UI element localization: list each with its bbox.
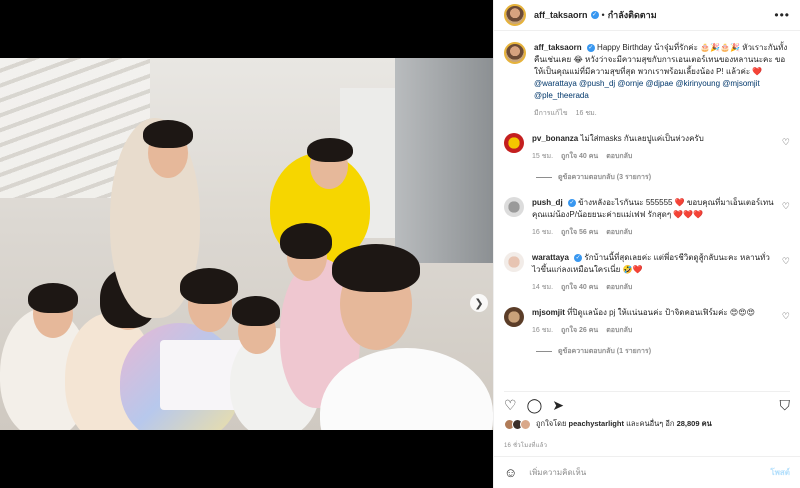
post-photo[interactable]: ❯ <box>0 58 493 430</box>
comment-username[interactable]: push_dj <box>532 198 563 207</box>
comment-icon[interactable]: ◯ <box>527 397 543 414</box>
view-replies[interactable]: ดูข้อความตอบกลับ (3 รายการ) <box>536 172 790 183</box>
caption-mentions[interactable]: @warattaya @push_dj @ornje @djpae @kirin… <box>534 79 760 100</box>
comment-time: 16 ชม. <box>532 229 554 236</box>
view-replies[interactable]: ดูข้อความตอบกลับ (1 รายการ) <box>536 346 790 357</box>
heart-icon[interactable]: ♡ <box>782 256 790 267</box>
comment-item: warattaya ✓ รักบ้านนี้ที่สุดเลยค่ะ แต่พี… <box>504 252 790 293</box>
comment-time: 14 ชม. <box>532 284 554 291</box>
likes-prefix: ถูกใจโดย <box>536 419 567 428</box>
caption-meta: มีการแก้ไข 16 ชม. <box>534 108 790 119</box>
heart-icon[interactable]: ♡ <box>504 397 517 414</box>
post-button[interactable]: โพสต์ <box>770 466 790 479</box>
comment-likes[interactable]: ถูกใจ 56 คน <box>561 229 598 236</box>
verified-icon: ✓ <box>586 43 595 52</box>
likes-count[interactable]: 28,809 <box>677 419 700 428</box>
verified-icon: ✓ <box>567 198 576 207</box>
reply-button[interactable]: ตอบกลับ <box>606 229 632 236</box>
verified-icon: ✓ <box>590 11 599 19</box>
post-username[interactable]: aff_taksaorn <box>534 10 588 20</box>
caption-time: 16 ชม. <box>575 110 597 117</box>
liker-avatar <box>520 418 531 430</box>
comment-input[interactable]: เพิ่มความคิดเห็น <box>529 466 586 479</box>
emoji-icon[interactable]: ☺ <box>504 465 517 480</box>
hair-8 <box>332 244 420 292</box>
post-time[interactable]: 16 ชั่วโมงที่แล้ว <box>504 440 547 450</box>
hair-3 <box>143 120 193 148</box>
avatar[interactable] <box>504 4 526 26</box>
hair-7 <box>280 223 332 259</box>
comment-time: 15 ชม. <box>532 153 554 160</box>
likes-suffix: คน <box>701 419 712 428</box>
comment-likes[interactable]: ถูกใจ 40 คน <box>561 153 598 160</box>
follow-button[interactable]: กำลังติดตาม <box>608 8 657 22</box>
comment-username[interactable]: warattaya <box>532 253 569 262</box>
comment-text: ไม่ใส่masks กันเลยปูแค่เป็นห่วงครับ <box>580 134 704 143</box>
comment-username[interactable]: mjsomjit <box>532 308 565 317</box>
window <box>395 58 493 263</box>
comment-item: push_dj ✓ ข้างหลังอะไรกันนะ 555555 ❤️ ขอ… <box>504 197 790 238</box>
comment-item: pv_bonanza ไม่ใส่masks กันเลยปูแค่เป็นห่… <box>504 133 790 162</box>
edited-label: มีการแก้ไข <box>534 110 568 117</box>
likes-user[interactable]: peachystarlight <box>569 419 624 428</box>
comment-likes[interactable]: ถูกใจ 40 คน <box>561 284 598 291</box>
likes-middle: และคนอื่นๆ อีก <box>626 419 675 428</box>
reply-button[interactable]: ตอบกลับ <box>606 153 632 160</box>
instagram-post-viewer: ❯ aff_taksaorn ✓ • กำลังติดตาม ••• aff_t… <box>0 0 800 488</box>
backdrop-top <box>0 0 493 58</box>
comment-username[interactable]: pv_bonanza <box>532 134 578 143</box>
bookmark-icon[interactable]: ⛉ <box>780 397 791 414</box>
comment-item: mjsomjit ที่ปิดูแลน้อง pj ให้แน่นอนค่ะ ป… <box>504 307 790 336</box>
post-header: aff_taksaorn ✓ • กำลังติดตาม ••• <box>494 0 800 31</box>
comment-avatar[interactable] <box>504 197 524 217</box>
caption-avatar[interactable] <box>504 42 526 64</box>
share-icon[interactable]: ➤ <box>552 397 564 414</box>
caption: aff_taksaorn ✓ Happy Birthday น้าจุ๋มที่… <box>504 42 790 119</box>
action-bar: ♡ ◯ ➤ ⛉ <box>504 391 790 413</box>
add-comment-bar: ☺ เพิ่มความคิดเห็น โพสต์ <box>494 456 800 488</box>
comments-list[interactable]: aff_taksaorn ✓ Happy Birthday น้าจุ๋มที่… <box>494 32 800 382</box>
heart-icon[interactable]: ♡ <box>782 137 790 148</box>
more-icon[interactable]: ••• <box>774 8 790 22</box>
hair-6 <box>307 138 353 162</box>
post-panel: aff_taksaorn ✓ • กำลังติดตาม ••• aff_tak… <box>493 0 800 488</box>
heart-icon[interactable]: ♡ <box>782 201 790 212</box>
comment-time: 16 ชม. <box>532 327 554 334</box>
comment-text: ที่ปิดูแลน้อง pj ให้แน่นอนค่ะ ป้าจิดคอนเ… <box>567 308 755 317</box>
comment-avatar[interactable] <box>504 307 524 327</box>
separator-dot: • <box>601 10 605 20</box>
reply-button[interactable]: ตอบกลับ <box>606 327 632 334</box>
reply-button[interactable]: ตอบกลับ <box>606 284 632 291</box>
hair-1 <box>28 283 78 313</box>
hair-5 <box>232 296 280 326</box>
caption-username[interactable]: aff_taksaorn <box>534 43 582 52</box>
next-arrow-icon[interactable]: ❯ <box>470 294 488 312</box>
heart-icon[interactable]: ♡ <box>782 311 790 322</box>
likes-summary: ถูกใจโดย peachystarlight และคนอื่นๆ อีก … <box>504 418 790 430</box>
hair-4 <box>180 268 238 304</box>
comment-likes[interactable]: ถูกใจ 26 คน <box>561 327 598 334</box>
comment-avatar[interactable] <box>504 133 524 153</box>
verified-icon: ✓ <box>574 253 583 262</box>
comment-avatar[interactable] <box>504 252 524 272</box>
